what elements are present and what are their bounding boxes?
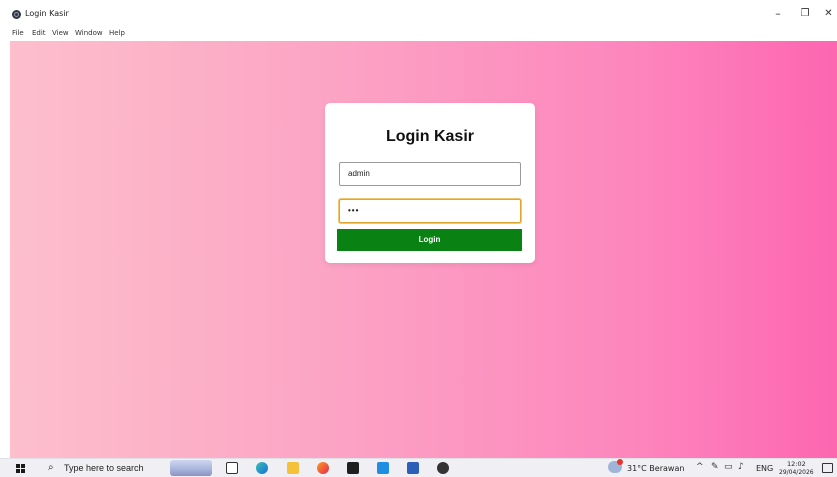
app-logo-icon xyxy=(12,10,21,19)
terminal-icon[interactable] xyxy=(347,462,359,474)
menu-view[interactable]: View xyxy=(52,28,69,38)
pen-icon[interactable]: ✎ xyxy=(711,462,719,472)
taskbar: ⌕ Type here to search 31°C Berawan ^ ✎ ▭… xyxy=(0,458,837,477)
window-title: Login Kasir xyxy=(25,9,69,18)
file-explorer-icon[interactable] xyxy=(287,462,299,474)
login-card: Login Kasir admin ••• Login xyxy=(325,103,535,263)
taskbar-search-input[interactable]: Type here to search xyxy=(64,463,144,473)
edge-icon[interactable] xyxy=(256,462,268,474)
volume-icon[interactable]: ♪ xyxy=(738,462,744,472)
login-heading: Login Kasir xyxy=(385,128,474,145)
news-widget-icon[interactable] xyxy=(170,460,212,476)
word-icon[interactable] xyxy=(407,462,419,474)
login-button[interactable]: Login xyxy=(337,229,522,251)
search-icon[interactable]: ⌕ xyxy=(48,462,54,473)
weather-text[interactable]: 31°C Berawan xyxy=(627,464,684,473)
start-icon[interactable] xyxy=(16,464,26,474)
menu-window[interactable]: Window xyxy=(75,28,103,38)
notification-icon[interactable] xyxy=(822,463,833,473)
app-icon[interactable] xyxy=(437,462,449,474)
password-input[interactable]: ••• xyxy=(339,199,521,223)
battery-icon[interactable]: ▭ xyxy=(724,462,733,472)
menu-edit[interactable]: Edit xyxy=(32,28,46,38)
close-button[interactable]: ✕ xyxy=(820,6,837,22)
clock-time[interactable]: 12:02 xyxy=(787,460,806,468)
vscode-icon[interactable] xyxy=(377,462,389,474)
chevron-up-icon[interactable]: ^ xyxy=(696,462,704,472)
minimize-button[interactable]: – xyxy=(765,6,791,22)
title-bar: Login Kasir – ❐ ✕ xyxy=(0,0,837,28)
clock-date[interactable]: 29/04/2026 xyxy=(779,469,814,476)
task-view-icon[interactable] xyxy=(226,462,238,474)
menu-help[interactable]: Help xyxy=(109,28,125,38)
main-content: Login Kasir admin ••• Login xyxy=(10,41,837,458)
username-input[interactable]: admin xyxy=(339,162,521,186)
maximize-button[interactable]: ❐ xyxy=(792,6,818,22)
language-indicator[interactable]: ENG xyxy=(756,464,773,473)
menu-file[interactable]: File xyxy=(12,28,24,38)
firefox-icon[interactable] xyxy=(317,462,329,474)
weather-icon[interactable] xyxy=(608,459,623,473)
menu-bar: File Edit View Window Help xyxy=(0,28,837,41)
